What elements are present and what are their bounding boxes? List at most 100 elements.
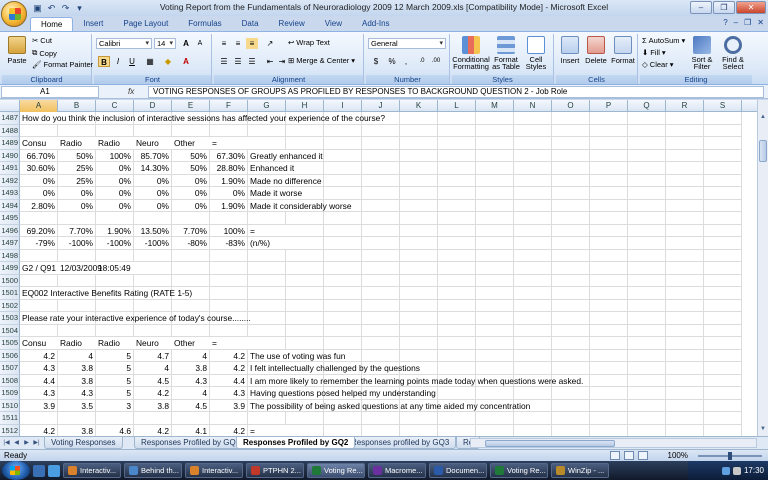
cell[interactable] <box>590 149 628 162</box>
cell[interactable] <box>248 337 286 350</box>
cell[interactable] <box>666 274 704 287</box>
column-header-s[interactable]: S <box>704 100 742 112</box>
cell[interactable] <box>514 287 552 300</box>
cell[interactable] <box>438 149 476 162</box>
cell[interactable] <box>58 212 96 225</box>
cell[interactable] <box>704 412 742 425</box>
cell[interactable] <box>362 149 400 162</box>
cell[interactable] <box>628 399 666 412</box>
taskbar-item[interactable]: Voting Re... <box>490 463 548 478</box>
normal-view-icon[interactable] <box>610 451 620 460</box>
cell[interactable] <box>704 124 742 137</box>
cell[interactable] <box>514 187 552 200</box>
cell[interactable] <box>286 224 324 237</box>
cell[interactable]: 50% <box>172 149 210 162</box>
cell[interactable] <box>134 124 172 137</box>
cell[interactable] <box>438 262 476 275</box>
cell[interactable] <box>666 387 704 400</box>
cell[interactable] <box>514 212 552 225</box>
cell[interactable] <box>476 262 514 275</box>
cell[interactable] <box>400 124 438 137</box>
cell[interactable] <box>704 324 742 337</box>
cell[interactable] <box>704 249 742 262</box>
cell[interactable] <box>666 237 704 250</box>
cell[interactable]: 0% <box>210 187 248 200</box>
volume-icon[interactable] <box>732 466 741 475</box>
cell[interactable] <box>362 162 400 175</box>
cell[interactable] <box>134 299 172 312</box>
cell[interactable] <box>210 212 248 225</box>
increase-indent-icon[interactable]: ⇥ <box>276 56 288 67</box>
cell[interactable]: Consu <box>20 337 58 350</box>
row-header[interactable]: 1501 <box>0 287 20 300</box>
cell[interactable] <box>248 249 286 262</box>
cell[interactable] <box>476 324 514 337</box>
format-painter-button[interactable]: 🖌 Format Painter <box>32 60 93 69</box>
bold-button[interactable]: B <box>98 56 110 67</box>
cell[interactable] <box>362 249 400 262</box>
cell[interactable] <box>476 349 514 362</box>
cell[interactable] <box>476 212 514 225</box>
cell[interactable] <box>704 374 742 387</box>
cell[interactable]: 4.2 <box>210 349 248 362</box>
cell[interactable] <box>666 312 704 325</box>
cell[interactable] <box>20 299 58 312</box>
cell[interactable] <box>400 274 438 287</box>
cell[interactable] <box>552 212 590 225</box>
cell[interactable] <box>514 362 552 375</box>
cell[interactable] <box>134 212 172 225</box>
cell[interactable] <box>324 412 362 425</box>
cell[interactable] <box>476 337 514 350</box>
cell[interactable] <box>666 187 704 200</box>
cell[interactable] <box>628 349 666 362</box>
cell[interactable] <box>590 337 628 350</box>
cell[interactable]: Neuro <box>134 137 172 150</box>
cell[interactable] <box>476 162 514 175</box>
cell[interactable]: How do you think the inclusion of intera… <box>20 112 385 125</box>
cell[interactable]: = <box>248 225 286 237</box>
row-header[interactable]: 1496 <box>0 224 20 237</box>
cell[interactable] <box>286 237 324 250</box>
cell[interactable] <box>438 312 476 325</box>
cell[interactable] <box>248 124 286 137</box>
accounting-icon[interactable]: $ <box>370 56 382 67</box>
insert-function-icon[interactable]: fx <box>104 86 146 98</box>
cell[interactable] <box>286 274 324 287</box>
align-bottom-icon[interactable]: ≡ <box>246 38 258 49</box>
cell[interactable]: 0% <box>58 199 96 212</box>
cell[interactable] <box>476 287 514 300</box>
cell[interactable] <box>628 337 666 350</box>
row-header[interactable]: 1488 <box>0 124 20 137</box>
cell[interactable] <box>666 324 704 337</box>
cell[interactable] <box>514 237 552 250</box>
help-icon[interactable]: ? <box>723 18 727 27</box>
prev-sheet-icon[interactable]: ◀ <box>12 438 21 448</box>
cell[interactable]: The possibility of being asked questions… <box>248 400 530 412</box>
cell[interactable] <box>628 287 666 300</box>
cell[interactable] <box>476 299 514 312</box>
cell[interactable]: 4.2 <box>20 349 58 362</box>
cell[interactable] <box>362 287 400 300</box>
cell[interactable] <box>286 299 324 312</box>
cell[interactable]: 4.7 <box>134 349 172 362</box>
format-cells-button[interactable]: Format <box>610 36 636 65</box>
network-icon[interactable] <box>721 466 730 475</box>
cell[interactable] <box>628 424 666 436</box>
cell[interactable]: 4.2 <box>210 362 248 375</box>
cell[interactable] <box>324 137 362 150</box>
cell[interactable] <box>400 349 438 362</box>
cell[interactable] <box>666 424 704 436</box>
ribbon-close-icon[interactable]: ✕ <box>757 18 764 27</box>
cell[interactable] <box>172 124 210 137</box>
cell[interactable] <box>324 262 362 275</box>
taskbar-item[interactable]: WinZip - ... <box>551 463 609 478</box>
cell[interactable] <box>476 149 514 162</box>
cell[interactable] <box>590 324 628 337</box>
cell[interactable] <box>590 424 628 436</box>
cell[interactable] <box>666 262 704 275</box>
cell[interactable] <box>666 399 704 412</box>
cell[interactable] <box>666 287 704 300</box>
cell[interactable]: 28.80% <box>210 162 248 175</box>
cell[interactable] <box>438 112 476 125</box>
cell[interactable]: 50% <box>172 162 210 175</box>
